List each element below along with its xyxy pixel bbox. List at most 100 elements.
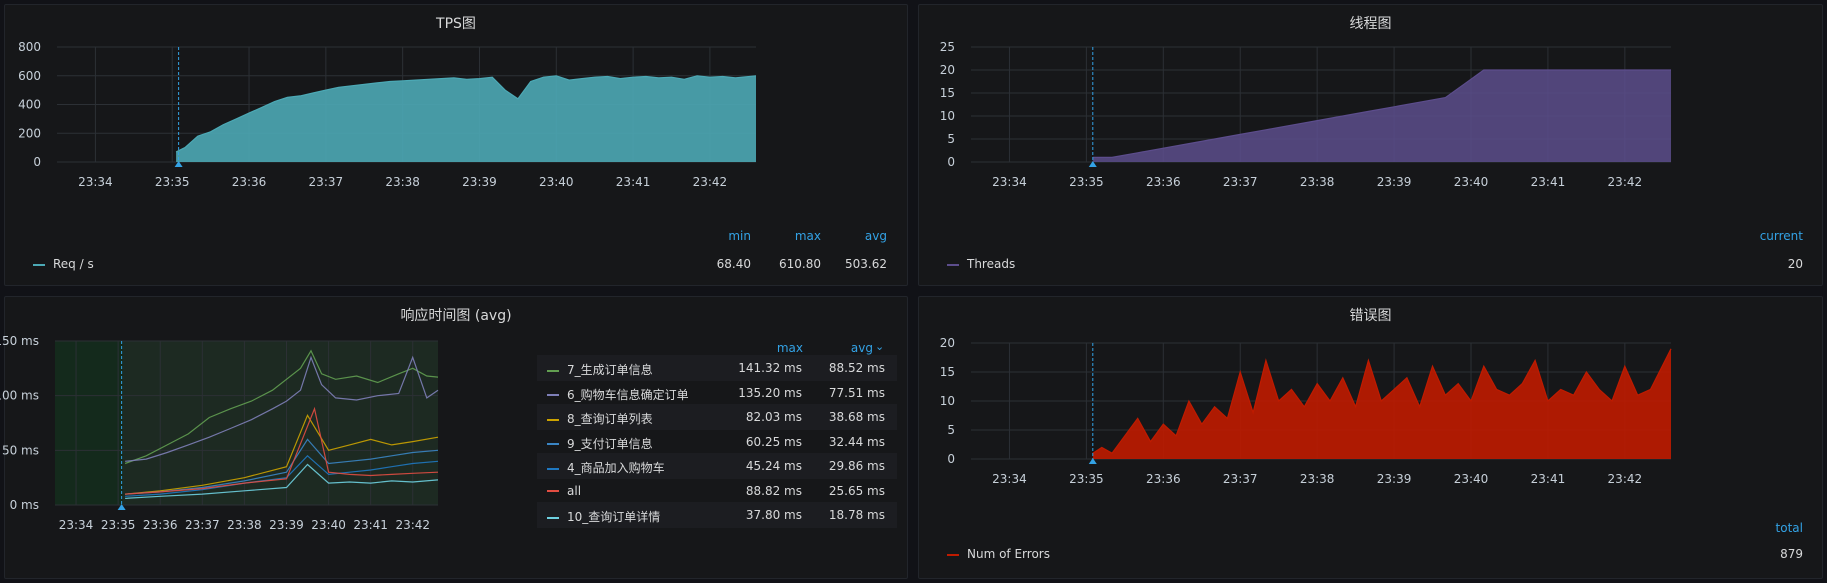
legend-value-avg: 503.62 — [845, 257, 887, 271]
x-tick-label: 23:34 — [992, 472, 1027, 486]
x-tick-label: 23:34 — [59, 518, 94, 532]
legend-row[interactable]: 8_查询订单列表 82.03 ms 38.68 ms — [537, 404, 897, 430]
legend-row[interactable]: 10_查询订单详情 37.80 ms 18.78 ms — [537, 502, 897, 528]
y-tick-label: 100 ms — [0, 389, 39, 403]
legend-row-avg: 25.65 ms — [828, 483, 885, 498]
legend-row-label: 6_购物车信息确定订单 — [567, 387, 689, 402]
legend-item-req[interactable]: Req / s — [33, 257, 94, 271]
legend-header-total[interactable]: total — [1749, 521, 1803, 535]
y-tick-label: 800 — [18, 40, 41, 54]
legend-row-name: 6_购物车信息确定订单 — [547, 386, 689, 403]
y-tick-label: 15 — [940, 86, 955, 100]
legend-swatch — [547, 394, 559, 396]
legend-item-threads[interactable]: Threads — [947, 257, 1015, 271]
x-tick-label: 23:35 — [101, 518, 136, 532]
legend-row-name: 9_支付订单信息 — [547, 435, 653, 452]
legend-row[interactable]: 4_商品加入购物车 45.24 ms 29.86 ms — [537, 453, 897, 479]
x-tick-label: 23:39 — [1377, 175, 1412, 189]
legend-item-errors[interactable]: Num of Errors — [947, 547, 1050, 561]
y-tick-label: 20 — [940, 63, 955, 77]
legend-row-avg: 18.78 ms — [828, 508, 885, 522]
y-tick-label: 0 — [33, 155, 41, 169]
y-tick-label: 600 — [18, 69, 41, 83]
legend-row[interactable]: 9_支付订单信息 60.25 ms 32.44 ms — [537, 429, 897, 455]
plot-area: 0 ms 50 ms 100 ms 150 ms 23:34 23:35 23:36 23:3… — [0, 334, 439, 532]
y-tick-label: 10 — [940, 394, 955, 408]
errors-chart[interactable]: 0 5 10 15 20 23:34 23:35 23:36 23:37 23:38 23:39 23… — [919, 297, 1824, 580]
legend-row-name: all — [547, 484, 581, 498]
legend-label: Threads — [967, 257, 1016, 271]
legend-swatch — [947, 553, 959, 556]
legend-row[interactable]: all 88.82 ms 25.65 ms — [537, 478, 897, 504]
x-tick-label: 23:41 — [353, 518, 388, 532]
legend-header-min[interactable]: min — [705, 229, 751, 243]
legend-row-label: 4_商品加入购物车 — [567, 461, 665, 475]
plot-area: 0 5 10 15 20 23:34 23:35 23:36 23:37 23:38 23:39 23… — [940, 336, 1672, 486]
legend-swatch — [547, 490, 559, 492]
legend-row-avg: 88.52 ms — [828, 361, 885, 375]
legend-row-max: 141.32 ms — [738, 361, 802, 375]
threads-panel: 线程图 0 5 10 15 20 25 23:34 23:35 23:36 23:37 23:38 2… — [918, 4, 1823, 286]
legend-row-name: 4_商品加入购物车 — [547, 459, 665, 476]
legend-header-current[interactable]: current — [1739, 229, 1803, 243]
legend-row-label: all — [567, 483, 582, 498]
x-tick-label: 23:40 — [1454, 175, 1489, 189]
y-tick-label: 25 — [940, 40, 955, 54]
legend-value-current: 20 — [1787, 257, 1803, 271]
x-tick-label: 23:39 — [1377, 472, 1412, 486]
legend-header-avg[interactable]: avg — [817, 341, 873, 355]
x-tick-label: 23:34 — [78, 175, 113, 189]
tps-chart[interactable]: 0 200 400 600 800 23:34 23:35 23:36 23:37 23:38 23… — [5, 5, 909, 287]
legend-row-name: 10_查询订单详情 — [547, 508, 660, 525]
x-tick-label: 23:37 — [1223, 472, 1258, 486]
x-tick-label: 23:38 — [227, 518, 262, 532]
x-tick-label: 23:39 — [269, 518, 304, 532]
x-tick-label: 23:37 — [1223, 175, 1258, 189]
x-tick-label: 23:36 — [1146, 472, 1181, 486]
legend-row-max: 88.82 ms — [745, 483, 802, 498]
y-tick-label: 5 — [947, 423, 955, 437]
legend-swatch — [947, 263, 959, 266]
y-tick-label: 20 — [940, 336, 955, 350]
y-tick-label: 10 — [940, 109, 955, 123]
x-tick-label: 23:42 — [1608, 175, 1643, 189]
x-tick-label: 23:38 — [385, 175, 420, 189]
legend-row[interactable]: 6_购物车信息确定订单 135.20 ms 77.51 ms — [537, 380, 897, 406]
plot-area: 0 5 10 15 20 25 23:34 23:35 23:36 23:37 23:38 23:39… — [940, 40, 1671, 189]
legend-row-avg: 77.51 ms — [828, 385, 885, 400]
x-tick-label: 23:42 — [1608, 472, 1643, 486]
x-tick-label: 23:36 — [1146, 175, 1181, 189]
series-area — [1092, 348, 1671, 459]
threads-chart[interactable]: 0 5 10 15 20 25 23:34 23:35 23:36 23:37 23:38 23:39… — [919, 5, 1824, 287]
legend-row-label: 8_查询订单列表 — [567, 412, 653, 426]
x-tick-label: 23:36 — [143, 518, 178, 532]
resp-legend-table: max avg ⌄ 7_生成订单信息 141.32 ms 88.52 ms 6_购物车… — [537, 335, 897, 575]
legend-header-max[interactable]: max — [775, 229, 821, 243]
y-tick-label: 150 ms — [0, 334, 39, 348]
legend-row[interactable]: 7_生成订单信息 141.32 ms 88.52 ms — [537, 355, 897, 381]
legend-value-max: 610.80 — [779, 257, 821, 271]
x-tick-label: 23:34 — [992, 175, 1027, 189]
x-tick-label: 23:41 — [1531, 175, 1566, 189]
legend-row-max: 37.80 ms — [745, 508, 802, 522]
legend-label: Req / s — [53, 257, 94, 271]
y-tick-label: 400 — [18, 98, 41, 112]
x-tick-label: 23:41 — [1531, 472, 1566, 486]
y-tick-label: 200 — [18, 126, 41, 140]
sort-chevron-down-icon[interactable]: ⌄ — [875, 340, 884, 353]
x-tick-label: 23:40 — [539, 175, 574, 189]
y-tick-label: 0 ms — [10, 498, 39, 512]
x-tick-label: 23:38 — [1300, 472, 1335, 486]
x-tick-label: 23:42 — [693, 175, 728, 189]
x-tick-label: 23:42 — [395, 518, 430, 532]
legend-header-avg[interactable]: avg — [841, 229, 887, 243]
y-tick-label: 50 ms — [2, 443, 39, 457]
legend-swatch — [547, 516, 559, 519]
x-tick-label: 23:40 — [311, 518, 346, 532]
legend-swatch — [547, 369, 559, 372]
x-tick-label: 23:35 — [1069, 472, 1104, 486]
legend-row-max: 135.20 ms — [738, 385, 802, 400]
legend-row-avg: 32.44 ms — [828, 434, 885, 449]
legend-value-total: 879 — [1780, 547, 1803, 561]
legend-header-max[interactable]: max — [737, 341, 803, 355]
